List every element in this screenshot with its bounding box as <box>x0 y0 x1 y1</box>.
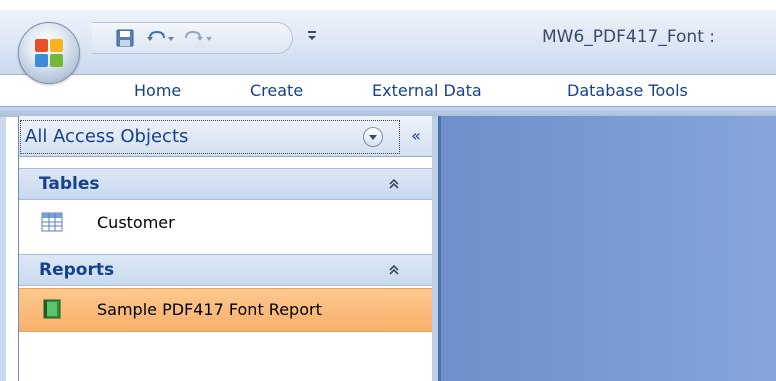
chevron-up-icon[interactable] <box>387 263 401 277</box>
undo-icon[interactable] <box>146 29 176 47</box>
window-left-border <box>0 116 6 381</box>
collapse-pane-button[interactable]: « <box>401 120 431 152</box>
group-label: Tables <box>39 174 100 194</box>
quick-access-toolbar <box>92 22 293 54</box>
tab-database-tools[interactable]: Database Tools <box>567 76 688 106</box>
tab-create[interactable]: Create <box>250 76 303 106</box>
office-button[interactable] <box>18 22 80 84</box>
save-icon[interactable] <box>116 29 134 47</box>
tab-external-data[interactable]: External Data <box>372 76 482 106</box>
group-header-reports[interactable]: Reports <box>19 254 433 286</box>
nav-item-sample-pdf417-font-report[interactable]: Sample PDF417 Font Report <box>19 288 433 332</box>
group-header-tables[interactable]: Tables <box>19 168 433 200</box>
window-title: MW6_PDF417_Font : <box>542 27 716 47</box>
group-label: Reports <box>39 260 115 280</box>
nav-item-customer[interactable]: Customer <box>19 202 433 244</box>
nav-item-label: Sample PDF417 Font Report <box>97 300 322 319</box>
redo-icon[interactable] <box>184 29 214 47</box>
table-icon <box>41 212 63 232</box>
customize-icon[interactable] <box>306 24 318 46</box>
report-icon <box>43 299 61 319</box>
chevron-down-icon[interactable] <box>363 127 383 147</box>
nav-pane-title: All Access Objects <box>25 126 189 147</box>
navigation-pane: All Access Objects « Tables Customer Rep… <box>18 116 434 381</box>
nav-item-label: Customer <box>97 213 175 232</box>
top-edge <box>0 0 776 10</box>
document-workspace <box>438 116 776 381</box>
office-logo-icon <box>35 39 63 67</box>
tab-home[interactable]: Home <box>134 76 181 106</box>
nav-pane-header: All Access Objects « <box>19 116 433 157</box>
nav-pane-title-dropdown[interactable]: All Access Objects <box>20 120 400 154</box>
chevron-up-icon[interactable] <box>387 177 401 191</box>
